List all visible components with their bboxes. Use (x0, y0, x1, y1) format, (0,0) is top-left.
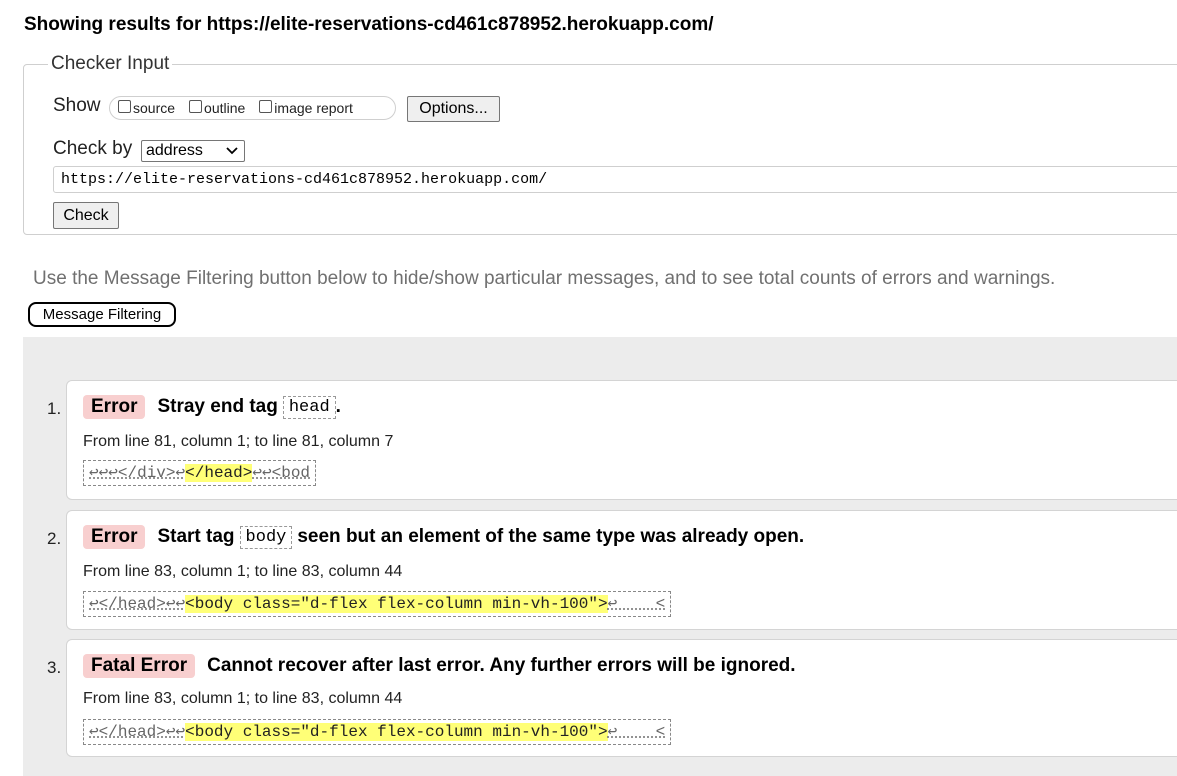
message-header: Fatal Error Cannot recover after last er… (83, 654, 796, 678)
check-by-select[interactable]: address (141, 140, 245, 162)
extract-highlight: <body class="d-flex flex-column min-vh-1… (185, 595, 608, 613)
message-text: Start tag (157, 526, 235, 547)
check-by-value: address (146, 142, 203, 159)
image-report-checkbox[interactable] (259, 99, 273, 113)
check-by-label: Check by (53, 138, 133, 159)
message-number: 3. (47, 658, 62, 677)
extract-pre: ↩</head>↩↩ (89, 595, 186, 613)
image-report-label: image report (274, 100, 353, 116)
extract-pre: ↩</head>↩↩ (89, 723, 186, 741)
options-button[interactable]: Options... (407, 96, 500, 122)
message-card: Error Stray end tag head . From line 81,… (66, 380, 1177, 500)
url-input[interactable]: https://elite-reservations-cd461c878952.… (53, 166, 1177, 193)
message-location: From line 83, column 1; to line 83, colu… (83, 690, 403, 707)
checker-input-legend: Checker Input (51, 53, 170, 74)
message-location: From line 83, column 1; to line 83, colu… (83, 563, 403, 580)
message-text: Stray end tag (157, 396, 278, 417)
message-text: Cannot recover after last error. Any fur… (207, 655, 796, 676)
message-code: body (239, 525, 293, 549)
image-report-option[interactable]: image report (259, 99, 353, 116)
chevron-down-icon (226, 141, 238, 167)
source-checkbox[interactable] (118, 99, 131, 113)
show-options-group: source outline image report (109, 96, 396, 120)
message-card: Fatal Error Cannot recover after last er… (66, 639, 1177, 757)
error-badge: Error (83, 525, 146, 549)
extract-post: ↩ < (607, 595, 666, 613)
error-badge: Error (83, 395, 146, 419)
message-card: Error Start tag body seen but an element… (66, 510, 1177, 630)
message-location: From line 81, column 1; to line 81, colu… (83, 433, 394, 450)
message-header: Error Start tag body seen but an element… (83, 525, 804, 549)
outline-checkbox[interactable] (189, 99, 203, 113)
message-header: Error Stray end tag head . (83, 395, 341, 419)
show-label: Show (53, 95, 101, 116)
show-row: Show (53, 95, 101, 117)
extract-highlight: <body class="d-flex flex-column min-vh-1… (185, 723, 608, 741)
message-number: 1. (47, 399, 62, 418)
source-option[interactable]: source (118, 99, 176, 116)
extract-pre: ↩↩↩</div>↩ (89, 464, 186, 482)
code-extract: ↩</head>↩↩<body class="d-flex flex-colum… (83, 591, 672, 617)
code-extract: ↩↩↩</div>↩</head>↩↩<bod (83, 460, 317, 486)
validator-page: Showing results for https://elite-reserv… (0, 0, 1177, 776)
fatal-error-badge: Fatal Error (83, 654, 196, 678)
extract-post: ↩ < (607, 723, 666, 741)
message-filtering-button[interactable]: Message Filtering (28, 302, 176, 327)
message-number: 2. (47, 529, 62, 548)
message-text-after: seen but an element of the same type was… (297, 526, 805, 547)
outline-option[interactable]: outline (189, 99, 246, 116)
outline-label: outline (204, 100, 246, 116)
results-heading: Showing results for https://elite-reserv… (24, 14, 714, 35)
check-button[interactable]: Check (53, 202, 119, 229)
extract-highlight: </head> (185, 464, 253, 482)
message-code: head (282, 395, 336, 419)
filter-hint: Use the Message Filtering button below t… (33, 268, 1056, 289)
source-label: source (133, 100, 176, 116)
message-text-after: . (335, 396, 341, 417)
code-extract: ↩</head>↩↩<body class="d-flex flex-colum… (83, 719, 672, 745)
extract-post: ↩↩<bod (252, 464, 311, 482)
